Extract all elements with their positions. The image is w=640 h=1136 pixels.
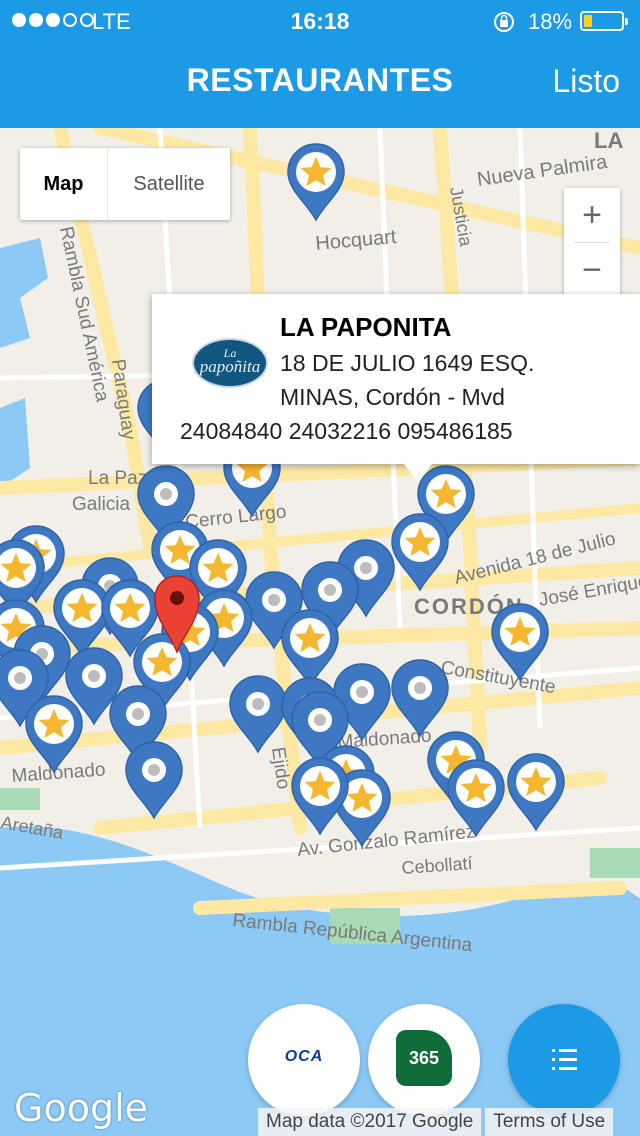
restaurant-marker[interactable]: [508, 754, 564, 830]
restaurant-marker[interactable]: [282, 610, 338, 686]
top-bar: LTE 16:18 18% RESTAURANTES Listo: [0, 0, 640, 128]
oca-logo: OCA: [284, 1048, 324, 1065]
restaurant-marker[interactable]: [492, 604, 548, 680]
restaurant-marker[interactable]: [126, 742, 182, 818]
map-data-credit: Map data ©2017 Google: [258, 1108, 482, 1136]
restaurant-marker[interactable]: [288, 144, 344, 220]
restaurant-marker[interactable]: [230, 676, 286, 752]
club-365-button[interactable]: 365: [368, 1004, 480, 1116]
list-view-button[interactable]: [508, 1004, 620, 1116]
map-type-control: Map Satellite: [20, 148, 230, 220]
map-attribution: Map data ©2017 Google Terms of Use: [258, 1108, 614, 1136]
list-icon: [552, 1049, 577, 1070]
zoom-control: + −: [564, 188, 620, 298]
map-view[interactable]: LA Nueva Palmira Hocquart Justicia Rambl…: [0, 128, 640, 1136]
restaurant-name: LA PAPONITA: [280, 312, 452, 342]
status-bar: LTE 16:18 18%: [0, 0, 640, 42]
restaurant-marker[interactable]: [26, 696, 82, 772]
restaurant-marker[interactable]: [392, 660, 448, 736]
restaurant-marker[interactable]: [448, 760, 504, 836]
rotation-lock-icon: [492, 10, 516, 40]
terms-of-use-link[interactable]: Terms of Use: [485, 1108, 614, 1136]
info-window[interactable]: La papoñita LA PAPONITA 18 DE JULIO 1649…: [152, 294, 640, 464]
page-title: RESTAURANTES: [186, 62, 454, 98]
info-window-pointer: [404, 464, 432, 482]
battery-percent: 18%: [528, 9, 573, 34]
restaurant-phones[interactable]: 24084840 24032216 095486185: [180, 418, 513, 445]
battery-icon: [580, 11, 628, 31]
zoom-in-button[interactable]: +: [564, 188, 620, 243]
oca-button[interactable]: OCA: [248, 1004, 360, 1116]
restaurant-address-line2: MINAS, Cordón - Mvd: [280, 384, 505, 410]
map-type-map-button[interactable]: Map: [20, 148, 108, 220]
restaurant-marker[interactable]: [292, 758, 348, 834]
restaurant-address-line1: 18 DE JULIO 1649 ESQ.: [280, 350, 535, 376]
marker-layer: [0, 128, 640, 1136]
restaurant-marker[interactable]: [392, 514, 448, 590]
restaurant-logo: La papoñita: [192, 338, 268, 388]
club-365-logo: 365: [396, 1030, 452, 1086]
selected-location-pin[interactable]: [153, 574, 201, 654]
done-button[interactable]: Listo: [552, 63, 620, 100]
google-logo: Google: [14, 1086, 149, 1130]
map-type-satellite-button[interactable]: Satellite: [108, 148, 230, 220]
zoom-out-button[interactable]: −: [564, 243, 620, 298]
